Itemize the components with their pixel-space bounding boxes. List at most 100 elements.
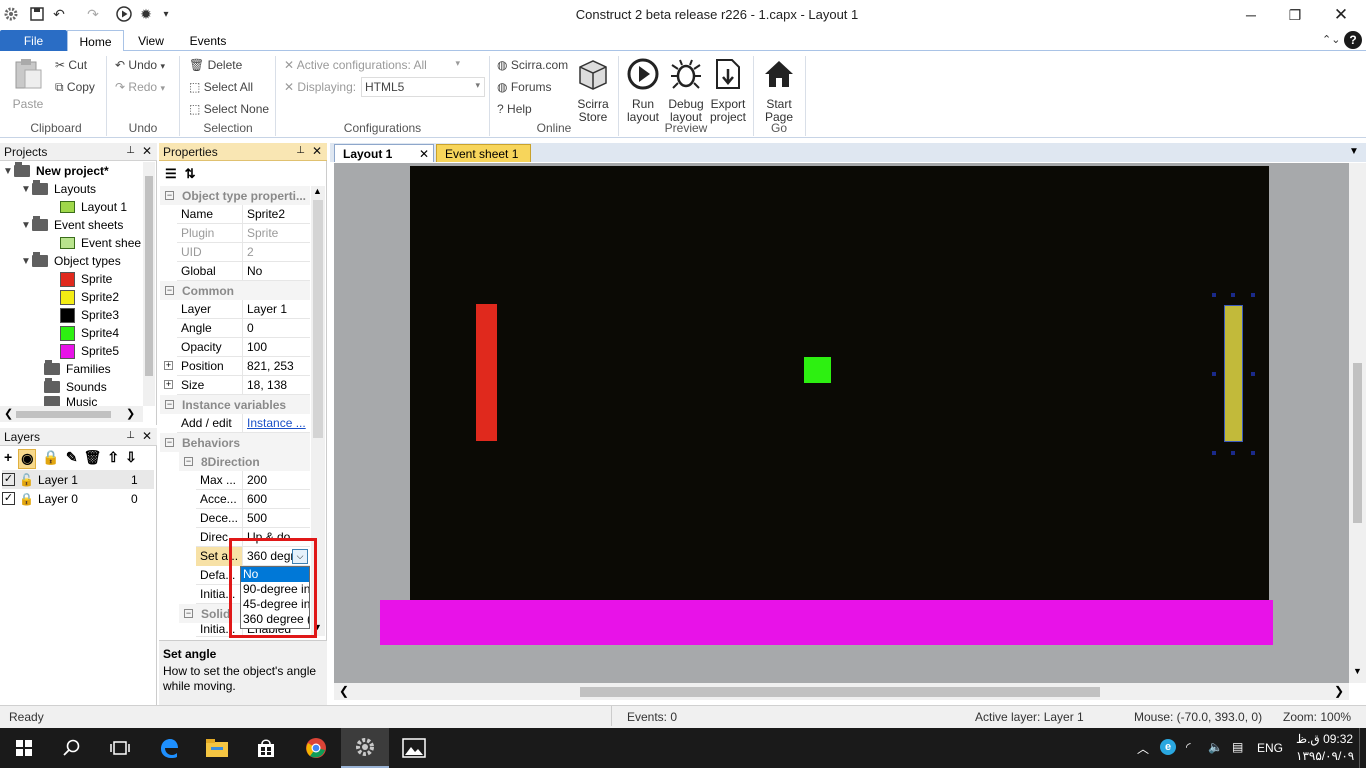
help-link[interactable]: ? Help: [497, 102, 532, 116]
displaying-select[interactable]: HTML5 ▾: [361, 77, 485, 97]
tab-list-icon[interactable]: ▼: [1349, 146, 1359, 157]
lock-icon[interactable]: 🔓: [19, 473, 34, 487]
tab-view[interactable]: View: [128, 30, 174, 51]
move-up-icon[interactable]: ⇧: [107, 449, 119, 469]
scroll-up-icon[interactable]: ▲: [313, 186, 322, 196]
scroll-left-icon[interactable]: ❮: [339, 684, 349, 698]
layout-hscrollbar[interactable]: ❮ ❯: [334, 683, 1349, 700]
copy-button[interactable]: ⧉ Copy: [55, 80, 95, 95]
category-8direction[interactable]: −8Direction: [179, 452, 310, 471]
prop-deceleration[interactable]: Dece... 500: [196, 508, 310, 528]
scroll-thumb[interactable]: [580, 687, 1100, 697]
magenta-floor-sprite[interactable]: [380, 600, 1273, 645]
tree-sprite4[interactable]: Sprite4: [2, 324, 142, 342]
ribbon-collapse-icon[interactable]: ⌃⌄: [1322, 33, 1340, 46]
sort-az-icon[interactable]: ⇅: [185, 166, 196, 182]
move-down-icon[interactable]: ⇩: [125, 449, 137, 469]
add-layer-icon[interactable]: +: [4, 449, 12, 469]
export-project-button[interactable]: Export project: [708, 57, 748, 124]
close-icon[interactable]: ✕: [419, 147, 429, 161]
store-icon[interactable]: [242, 728, 290, 768]
notification-icon[interactable]: ▤: [1232, 740, 1243, 754]
tree-event-sheets[interactable]: ▼ Event sheets: [2, 216, 142, 234]
close-button[interactable]: ✕: [1318, 0, 1364, 30]
pin-icon[interactable]: ⊥: [126, 430, 135, 441]
chrome-icon[interactable]: [292, 728, 340, 768]
restore-button[interactable]: ❐: [1272, 0, 1318, 30]
paste-button[interactable]: Paste: [8, 57, 48, 111]
undo-button[interactable]: ↶ Undo ▾: [115, 58, 165, 72]
prop-max-speed[interactable]: Max ... 200: [196, 470, 310, 490]
pin-icon[interactable]: ⊥: [126, 145, 135, 156]
tab-events[interactable]: Events: [182, 30, 234, 51]
scroll-left-icon[interactable]: ❮: [4, 407, 13, 420]
forums-link[interactable]: ◍ Forums: [497, 80, 552, 94]
layer-row[interactable]: ✓ 🔒 Layer 0 0: [2, 489, 154, 508]
select-all-button[interactable]: ⬚ Select All: [189, 80, 253, 94]
prop-size[interactable]: Size 18, 138: [177, 375, 310, 395]
tree-layout-1[interactable]: Layout 1: [2, 198, 142, 216]
close-icon[interactable]: ✕: [312, 144, 322, 158]
eye-icon[interactable]: ◉: [18, 449, 37, 469]
instance-variables-link[interactable]: Instance ...: [243, 414, 310, 433]
run-layout-button[interactable]: Run layout: [623, 57, 663, 124]
tab-home[interactable]: Home: [67, 30, 124, 52]
layout-view[interactable]: [334, 163, 1349, 683]
clock-date[interactable]: ۱۳۹۵/۰۹/۰۹: [1296, 749, 1354, 763]
red-paddle-sprite[interactable]: [476, 304, 497, 441]
selection-handle[interactable]: [1212, 293, 1216, 297]
construct-taskbar-icon[interactable]: [341, 728, 389, 768]
edge-icon[interactable]: [145, 728, 193, 768]
selection-handle[interactable]: [1231, 293, 1235, 297]
category-object-type[interactable]: − Object type properti...: [160, 186, 310, 205]
tree-sprite2[interactable]: Sprite2: [2, 288, 142, 306]
projects-vscrollbar[interactable]: [143, 162, 155, 406]
active-configurations-dropdown[interactable]: ✕ Active configurations: All ▾: [284, 58, 464, 72]
category-behaviors[interactable]: − Behaviors: [160, 433, 310, 452]
scroll-thumb[interactable]: [145, 176, 153, 376]
tree-layouts[interactable]: ▼ Layouts: [2, 180, 142, 198]
start-page-button[interactable]: Start Page: [759, 57, 799, 124]
close-icon[interactable]: ✕: [142, 429, 152, 443]
tree-event-sheet-1[interactable]: Event shee: [2, 234, 142, 252]
prop-position[interactable]: Position 821, 253: [177, 356, 310, 376]
yellow-paddle-sprite[interactable]: [1224, 305, 1243, 442]
scroll-thumb[interactable]: [313, 200, 323, 438]
doc-tab-event-sheet-1[interactable]: Event sheet 1: [436, 144, 531, 162]
green-ball-sprite[interactable]: [804, 357, 831, 383]
minimize-button[interactable]: ─: [1228, 0, 1274, 30]
show-desktop-button[interactable]: [1359, 728, 1366, 768]
projects-hscrollbar[interactable]: ❮ ❯: [0, 406, 143, 422]
volume-icon[interactable]: 🔈: [1208, 740, 1223, 754]
prop-layer[interactable]: Layer Layer 1: [177, 299, 310, 319]
lock-icon[interactable]: 🔒: [42, 449, 59, 469]
wifi-icon[interactable]: ◜: [1186, 740, 1191, 754]
photos-icon[interactable]: [390, 728, 438, 768]
tree-sprite5[interactable]: Sprite5: [2, 342, 142, 360]
scroll-down-icon[interactable]: ▼: [1353, 666, 1362, 676]
tray-chevron-icon[interactable]: ︿: [1137, 740, 1149, 757]
delete-button[interactable]: 🗑 Delete: [189, 58, 242, 72]
scirra-com-link[interactable]: ◍ Scirra.com: [497, 58, 568, 72]
language-indicator[interactable]: ENG: [1257, 741, 1283, 755]
pin-icon[interactable]: ⊥: [296, 145, 305, 156]
prop-acceleration[interactable]: Acce... 600: [196, 489, 310, 509]
prop-name[interactable]: Name Sprite2: [177, 204, 310, 224]
expand-size-icon[interactable]: +: [164, 380, 173, 389]
visibility-checkbox[interactable]: ✓: [2, 492, 15, 505]
help-icon[interactable]: ?: [1344, 31, 1362, 49]
selection-handle[interactable]: [1251, 372, 1255, 376]
trash-icon[interactable]: 🗑: [84, 449, 102, 469]
selection-handle[interactable]: [1251, 451, 1255, 455]
scirra-store-button[interactable]: Scirra Store: [574, 57, 612, 124]
tree-families[interactable]: Families: [2, 360, 142, 378]
scroll-right-icon[interactable]: ❯: [126, 407, 135, 420]
selection-handle[interactable]: [1231, 451, 1235, 455]
tree-root[interactable]: ▼ New project*: [2, 162, 142, 180]
debug-layout-button[interactable]: Debug layout: [666, 57, 706, 124]
selection-handle[interactable]: [1212, 372, 1216, 376]
categorized-icon[interactable]: ☰: [165, 166, 177, 182]
prop-opacity[interactable]: Opacity 100: [177, 337, 310, 357]
expand-position-icon[interactable]: +: [164, 361, 173, 370]
tab-file[interactable]: File: [0, 30, 67, 51]
